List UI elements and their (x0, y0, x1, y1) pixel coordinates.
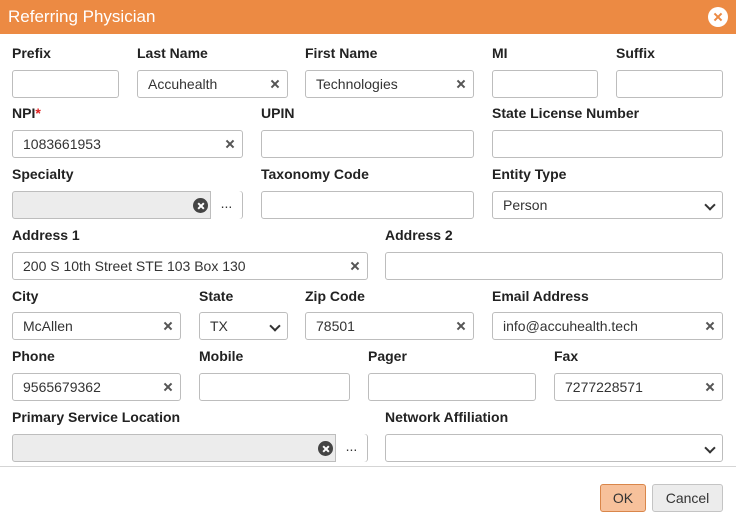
state-select[interactable]: TX (199, 312, 288, 340)
city-value: McAllen (23, 318, 73, 334)
dialog-titlebar: Referring Physician (0, 0, 736, 34)
phone-label: Phone (12, 348, 55, 364)
first-name-label: First Name (305, 45, 378, 61)
zip-code-value: 78501 (316, 318, 355, 334)
state-value: TX (210, 318, 228, 334)
mi-input[interactable] (492, 70, 598, 98)
email-label: Email Address (492, 288, 589, 304)
city-input[interactable]: McAllen (12, 312, 181, 340)
mobile-label: Mobile (199, 348, 244, 364)
clear-icon[interactable] (224, 138, 236, 150)
suffix-label: Suffix (616, 45, 655, 61)
clear-icon[interactable] (162, 320, 174, 332)
mobile-input[interactable] (199, 373, 350, 401)
dialog-title: Referring Physician (8, 7, 156, 26)
phone-input[interactable]: 9565679362 (12, 373, 181, 401)
npi-input[interactable]: 1083661953 (12, 130, 243, 158)
state-license-input[interactable] (492, 130, 723, 158)
specialty-input[interactable]: ... (12, 191, 243, 219)
entity-type-select[interactable]: Person (492, 191, 723, 219)
network-affiliation-label: Network Affiliation (385, 409, 509, 425)
chevron-down-icon (269, 320, 281, 332)
last-name-value: Accuhealth (148, 76, 218, 92)
primary-service-location-label: Primary Service Location (12, 409, 181, 425)
clear-icon[interactable] (269, 78, 281, 90)
primary-service-location-browse-button[interactable]: ... (335, 434, 367, 462)
clear-icon[interactable] (349, 260, 361, 272)
zip-code-label: Zip Code (305, 288, 365, 304)
footer-divider (0, 466, 736, 467)
clear-icon[interactable] (704, 381, 716, 393)
pager-input[interactable] (368, 373, 536, 401)
clear-circle-icon[interactable] (193, 198, 208, 213)
mi-label: MI (492, 45, 508, 61)
cancel-button[interactable]: Cancel (652, 484, 723, 512)
specialty-browse-button[interactable]: ... (210, 191, 242, 219)
taxonomy-code-label: Taxonomy Code (261, 166, 369, 182)
address2-input[interactable] (385, 252, 723, 280)
phone-value: 9565679362 (23, 379, 101, 395)
suffix-input[interactable] (616, 70, 723, 98)
email-input[interactable]: info@accuhealth.tech (492, 312, 723, 340)
upin-label: UPIN (261, 105, 295, 121)
fax-input[interactable]: 7277228571 (554, 373, 723, 401)
prefix-input[interactable] (12, 70, 119, 98)
clear-icon[interactable] (162, 381, 174, 393)
npi-value: 1083661953 (23, 136, 101, 152)
chevron-down-icon (704, 199, 716, 211)
clear-icon[interactable] (455, 320, 467, 332)
taxonomy-code-input[interactable] (261, 191, 474, 219)
last-name-input[interactable]: Accuhealth (137, 70, 288, 98)
state-label: State (199, 288, 234, 304)
address1-input[interactable]: 200 S 10th Street STE 103 Box 130 (12, 252, 368, 280)
ok-button[interactable]: OK (600, 484, 646, 512)
clear-icon[interactable] (455, 78, 467, 90)
email-value: info@accuhealth.tech (503, 318, 638, 334)
close-icon[interactable] (708, 7, 728, 27)
specialty-label: Specialty (12, 166, 74, 182)
last-name-label: Last Name (137, 45, 208, 61)
pager-label: Pager (368, 348, 407, 364)
chevron-down-icon (704, 442, 716, 454)
zip-code-input[interactable]: 78501 (305, 312, 474, 340)
clear-icon[interactable] (704, 320, 716, 332)
first-name-value: Technologies (316, 76, 398, 92)
fax-value: 7277228571 (565, 379, 643, 395)
fax-label: Fax (554, 348, 579, 364)
primary-service-location-input[interactable]: ... (12, 434, 368, 462)
prefix-label: Prefix (12, 45, 51, 61)
address2-label: Address 2 (385, 227, 453, 243)
npi-label: NPI* (12, 105, 41, 121)
network-affiliation-select[interactable] (385, 434, 723, 462)
first-name-input[interactable]: Technologies (305, 70, 474, 98)
state-license-label: State License Number (492, 105, 640, 121)
city-label: City (12, 288, 39, 304)
required-mark: * (35, 105, 41, 121)
address1-value: 200 S 10th Street STE 103 Box 130 (23, 258, 246, 274)
address1-label: Address 1 (12, 227, 80, 243)
clear-circle-icon[interactable] (318, 441, 333, 456)
upin-input[interactable] (261, 130, 474, 158)
entity-type-value: Person (503, 197, 548, 213)
entity-type-label: Entity Type (492, 166, 567, 182)
